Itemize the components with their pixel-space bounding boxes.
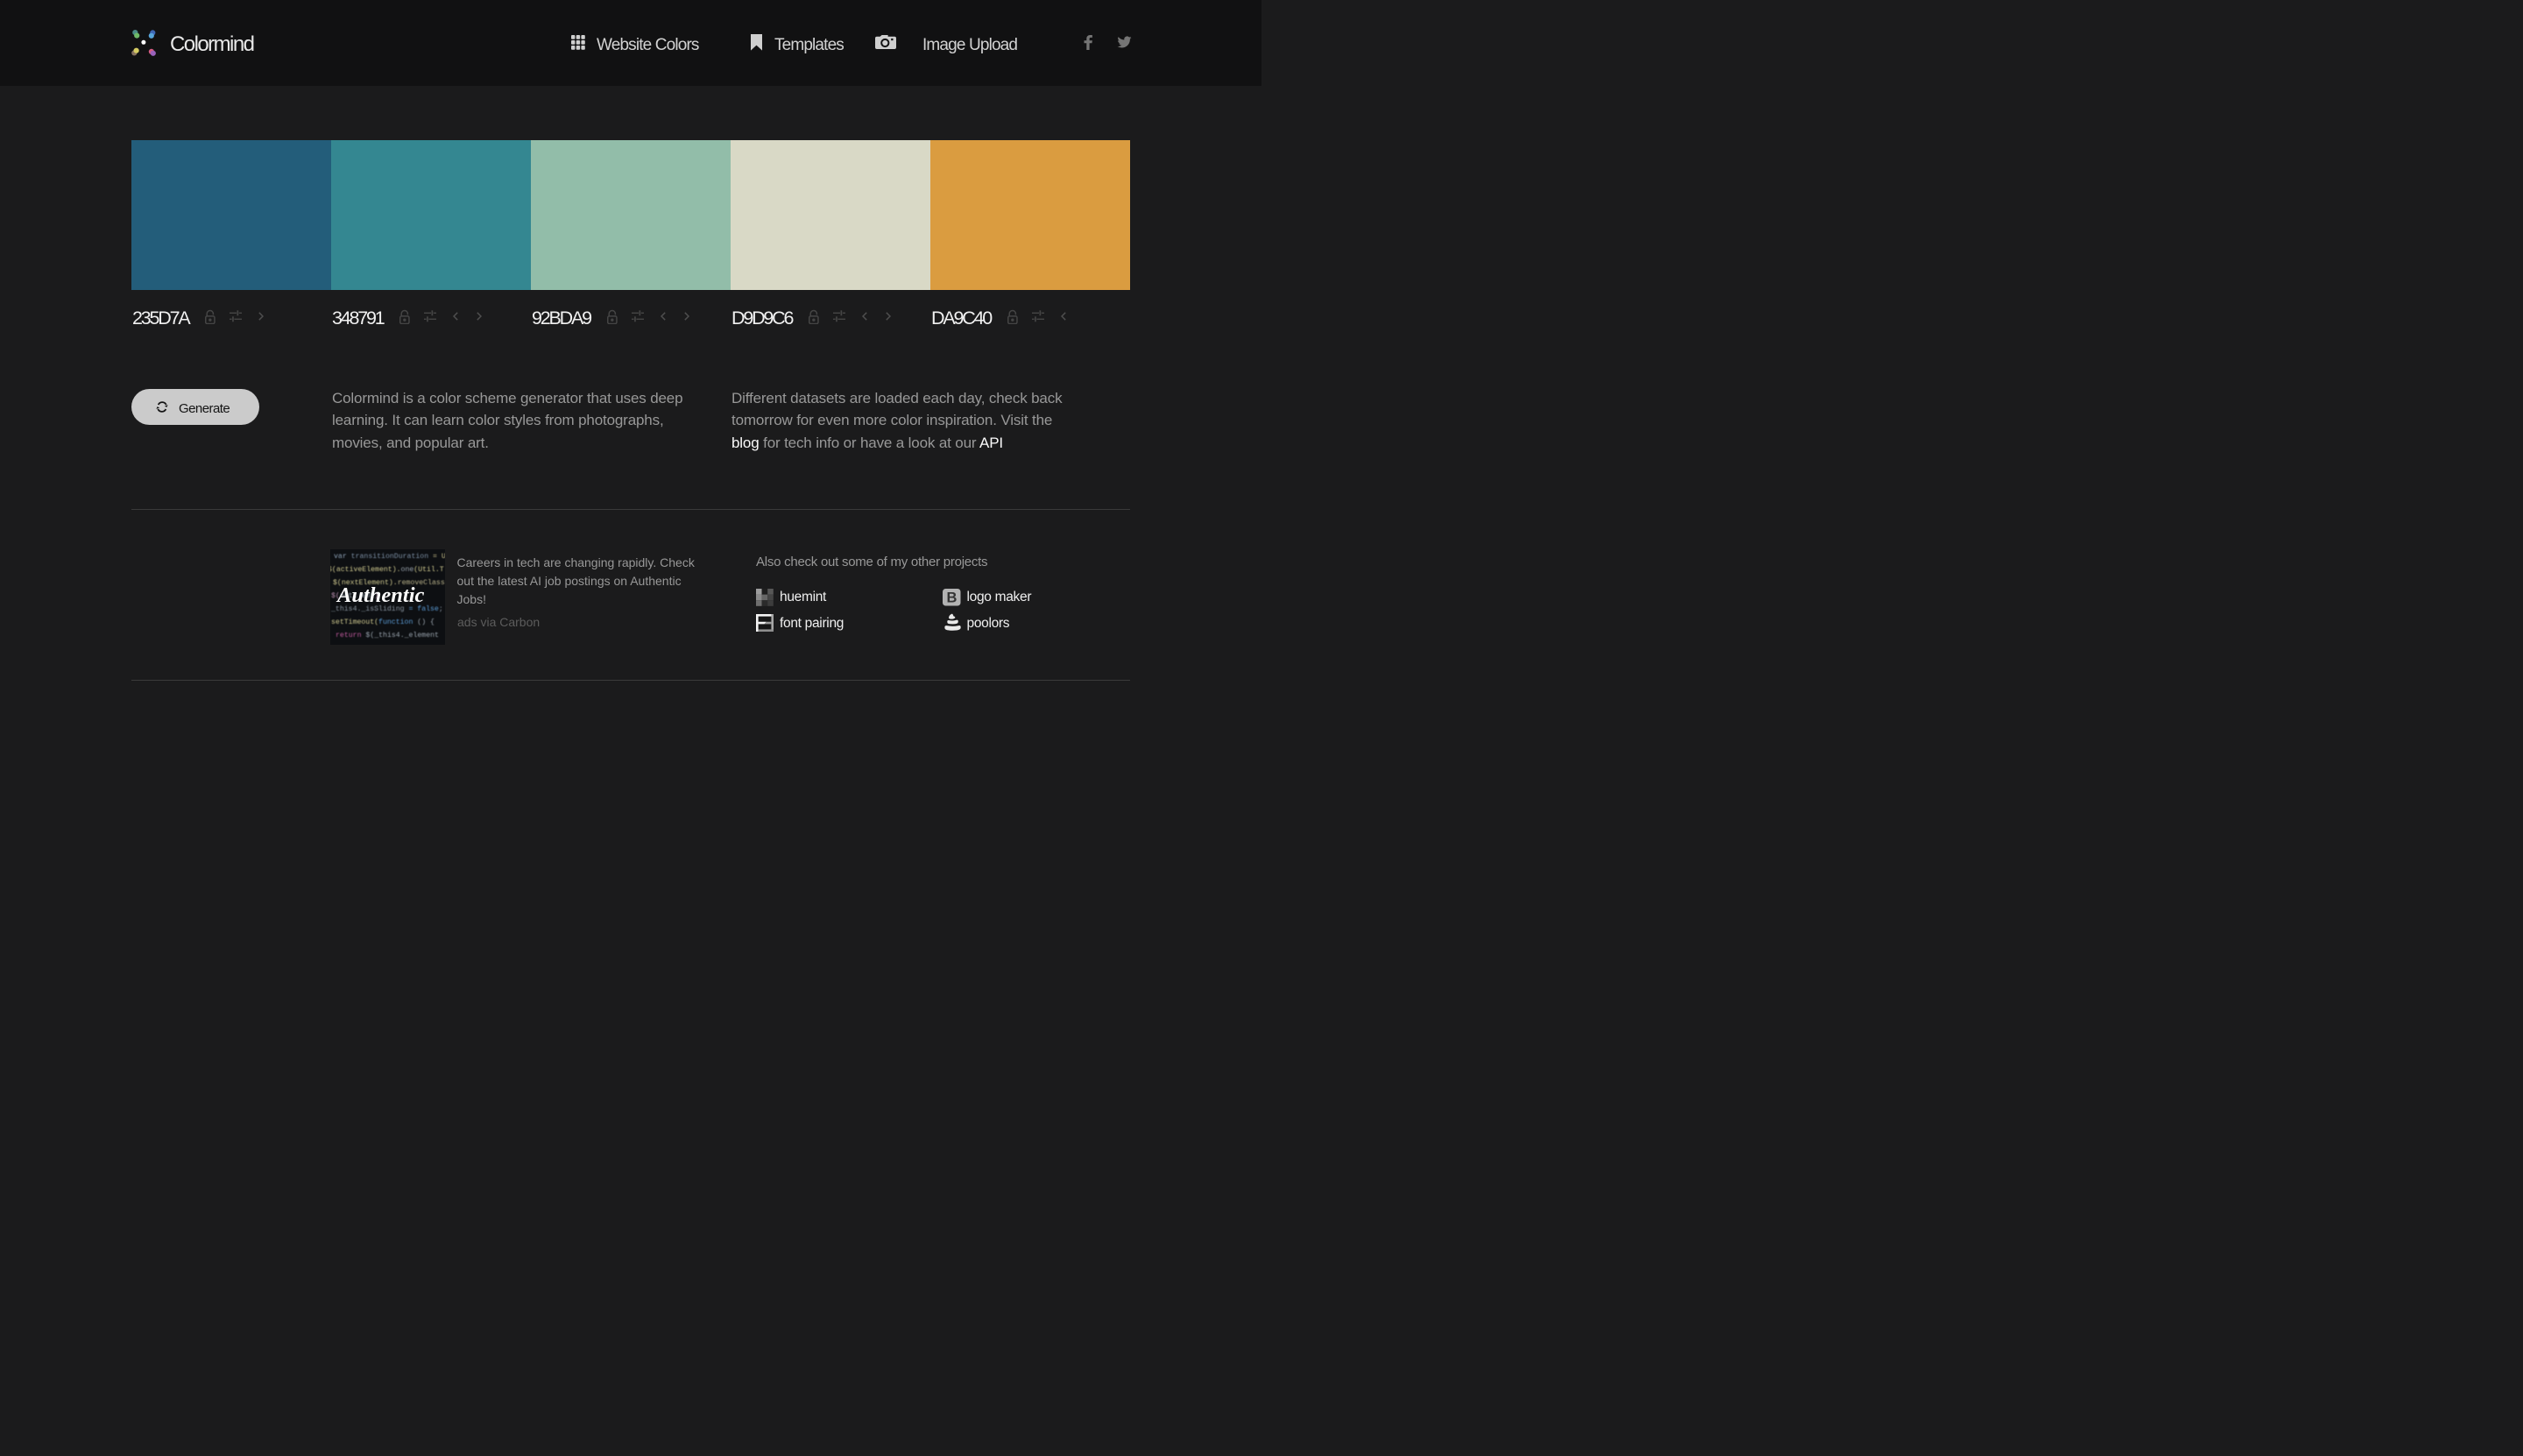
svg-text:setTimeout(function () {: setTimeout(function () {	[331, 618, 435, 626]
svg-text:return $(_this4._element: return $(_this4._element	[336, 631, 439, 640]
svg-text:var transitionDuration = Ut: var transitionDuration = Ut	[334, 552, 445, 561]
svg-text:$(activeElement).one(Util.T: $(activeElement).one(Util.T	[330, 565, 444, 574]
svg-text:Authentic: Authentic	[336, 583, 425, 607]
svg-text:B: B	[946, 590, 957, 606]
